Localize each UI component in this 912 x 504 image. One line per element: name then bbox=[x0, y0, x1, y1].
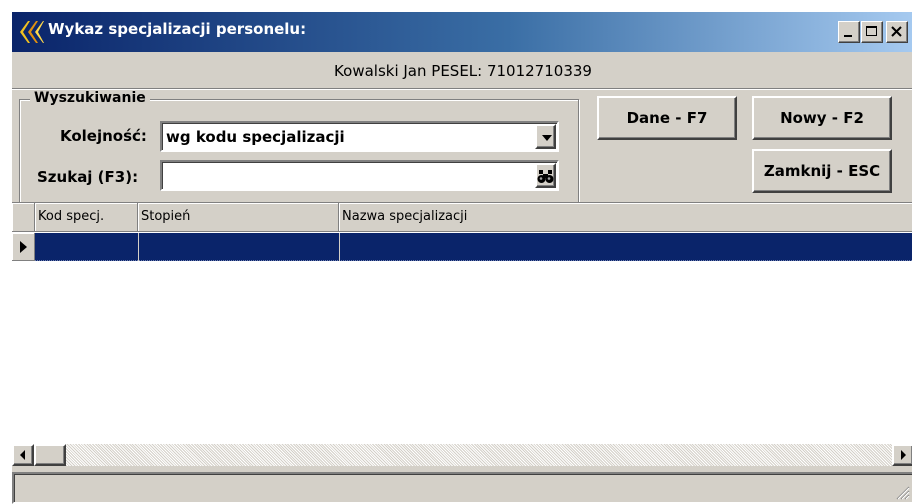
app-window: Wykaz specjalizacji personelu: Kowalski … bbox=[12, 12, 912, 504]
new-button[interactable]: Nowy - F2 bbox=[752, 96, 892, 140]
close-icon bbox=[891, 26, 902, 37]
chevron-right-icon bbox=[901, 450, 906, 460]
table-row[interactable] bbox=[35, 233, 912, 261]
scroll-thumb[interactable] bbox=[34, 444, 66, 466]
maximize-icon bbox=[866, 26, 877, 36]
column-divider bbox=[339, 233, 340, 261]
maximize-button[interactable] bbox=[861, 21, 883, 43]
search-label: Szukaj (F3): bbox=[37, 168, 139, 186]
chevron-left-icon bbox=[20, 450, 25, 460]
close-button[interactable]: Zamknij - ESC bbox=[752, 149, 892, 193]
column-header-code[interactable]: Kod specj. bbox=[35, 203, 138, 232]
window-title: Wykaz specjalizacji personelu: bbox=[48, 20, 307, 38]
close-window-button[interactable] bbox=[886, 21, 908, 43]
search-group-title: Wyszukiwanie bbox=[30, 90, 150, 106]
chevron-down-icon bbox=[542, 135, 552, 141]
search-button[interactable] bbox=[535, 163, 556, 188]
scroll-right-button[interactable] bbox=[892, 444, 912, 466]
details-button[interactable]: Dane - F7 bbox=[597, 96, 737, 140]
title-bar[interactable]: Wykaz specjalizacji personelu: bbox=[12, 12, 912, 52]
column-header-degree[interactable]: Stopień bbox=[138, 203, 339, 232]
minimize-button[interactable] bbox=[838, 21, 860, 43]
order-combobox[interactable]: wg kodu specjalizacji bbox=[160, 121, 559, 152]
row-pointer-icon bbox=[20, 241, 27, 253]
resize-grip-icon[interactable] bbox=[894, 484, 910, 500]
binoculars-icon bbox=[537, 170, 554, 183]
order-label: Kolejność: bbox=[60, 127, 147, 145]
order-dropdown-button[interactable] bbox=[535, 124, 556, 149]
app-icon bbox=[20, 21, 44, 43]
column-header-name[interactable]: Nazwa specjalizacji bbox=[339, 203, 912, 232]
horizontal-scrollbar[interactable] bbox=[12, 444, 912, 466]
search-input[interactable] bbox=[160, 160, 559, 191]
row-indicator[interactable] bbox=[12, 233, 35, 261]
column-divider bbox=[138, 233, 139, 261]
specializations-grid[interactable]: Kod specj. Stopień Nazwa specjalizacji bbox=[12, 202, 912, 460]
scroll-left-button[interactable] bbox=[12, 444, 34, 466]
status-bar bbox=[12, 472, 912, 504]
grid-corner bbox=[12, 203, 35, 232]
minimize-icon bbox=[844, 35, 852, 37]
person-info: Kowalski Jan PESEL: 71012710339 bbox=[334, 62, 592, 80]
order-combobox-value: wg kodu specjalizacji bbox=[166, 128, 345, 146]
